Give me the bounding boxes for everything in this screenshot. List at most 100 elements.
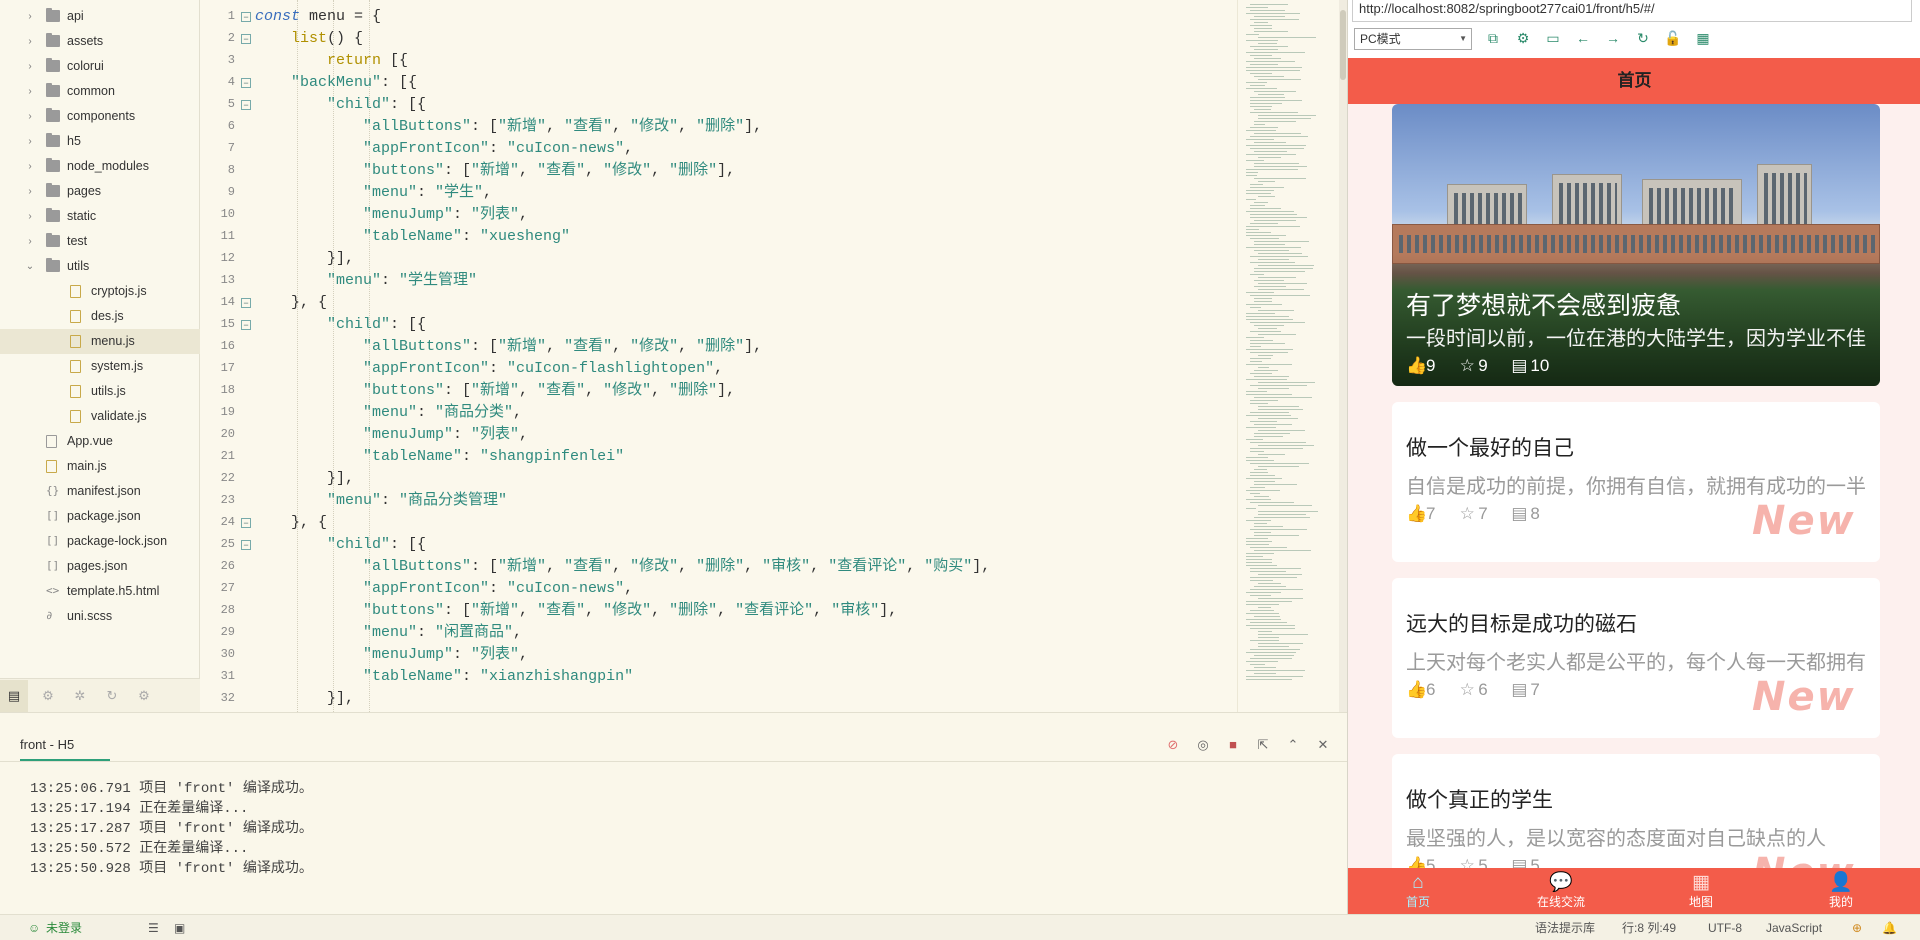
code-line[interactable]: }],	[327, 248, 354, 270]
code-line[interactable]: "buttons": ["新增", "查看", "修改", "删除"],	[363, 380, 735, 402]
tree-item[interactable]: menu.js	[0, 329, 200, 354]
code-line[interactable]: "allButtons": ["新增", "查看", "修改", "删除"],	[363, 116, 762, 138]
tree-item[interactable]: › node_modules	[0, 154, 200, 179]
code-line[interactable]: "menu": "学生管理"	[327, 270, 477, 292]
fold-toggle-icon[interactable]: −	[241, 78, 251, 88]
tree-item[interactable]: [] pages.json	[0, 554, 200, 579]
open-window-icon[interactable]: ⧉	[1484, 29, 1502, 47]
code-line[interactable]: }],	[327, 688, 354, 710]
code-line[interactable]: return [{	[327, 50, 408, 72]
tab-mine[interactable]: 👤 我的	[1801, 868, 1881, 914]
encoding[interactable]: UTF-8	[1708, 915, 1742, 940]
tree-item[interactable]: › pages	[0, 179, 200, 204]
debug-icon[interactable]: ✲	[72, 688, 88, 704]
terminal-icon[interactable]: ▣	[174, 915, 185, 940]
code-line[interactable]: }],	[327, 468, 354, 490]
tree-item[interactable]: main.js	[0, 454, 200, 479]
code-line[interactable]: "menuJump": "列表",	[363, 204, 528, 226]
code-line[interactable]: "menu": "商品分类",	[363, 402, 522, 424]
code-line[interactable]: }, {	[291, 292, 327, 314]
syntax-hint[interactable]: 语法提示库	[1535, 915, 1595, 940]
tree-item[interactable]: utils.js	[0, 379, 200, 404]
tree-item[interactable]: › common	[0, 79, 200, 104]
plugin-icon[interactable]: ⚙	[40, 688, 56, 704]
forward-arrow-icon[interactable]: →	[1604, 29, 1622, 47]
tree-item[interactable]: cryptojs.js	[0, 279, 200, 304]
news-card[interactable]: 做一个最好的自己 自信是成功的前提，你拥有自信，就拥有成功的一半 👍7 ☆ 7 ▤…	[1392, 402, 1880, 562]
code-line[interactable]: "menu": "闲置商品",	[363, 622, 522, 644]
cursor-position[interactable]: 行:8 列:49	[1622, 915, 1676, 940]
code-line[interactable]: "tableName": "xianzhishangpin"	[363, 666, 633, 688]
hero-news-card[interactable]: 有了梦想就不会感到疲惫 一段时间以前，一位在港的大陆学生，因为学业不佳 👍9 ☆…	[1392, 104, 1880, 386]
project-manager-icon[interactable]: ▤	[0, 680, 28, 712]
code-line[interactable]: "menu": "商品分类管理"	[327, 490, 507, 512]
notification-bell-icon[interactable]: 🔔	[1882, 915, 1897, 940]
tab-home[interactable]: ⌂ 首页	[1378, 868, 1458, 914]
tree-item[interactable]: › test	[0, 229, 200, 254]
code-line[interactable]: "child": [{	[327, 314, 426, 336]
minimap[interactable]	[1237, 0, 1347, 712]
devtools-icon[interactable]: ▭	[1544, 29, 1562, 47]
chevron-right-icon[interactable]: ›	[24, 154, 36, 179]
code-line[interactable]: const menu = {	[255, 6, 381, 28]
code-line[interactable]: "appFrontIcon": "cuIcon-news",	[363, 578, 633, 600]
chevron-down-icon[interactable]: ⌄	[24, 254, 36, 279]
editor-scrollbar[interactable]	[1339, 0, 1347, 712]
code-line[interactable]: "child": [{	[327, 94, 426, 116]
code-line[interactable]: "allButtons": ["新增", "查看", "修改", "删除", "…	[363, 556, 990, 578]
fold-toggle-icon[interactable]: −	[241, 298, 251, 308]
chevron-right-icon[interactable]: ›	[24, 79, 36, 104]
chevron-right-icon[interactable]: ›	[24, 29, 36, 54]
tree-item[interactable]: › static	[0, 204, 200, 229]
chevron-right-icon[interactable]: ›	[24, 229, 36, 254]
fold-toggle-icon[interactable]: −	[241, 320, 251, 330]
back-arrow-icon[interactable]: ←	[1574, 29, 1592, 47]
tree-item[interactable]: {} manifest.json	[0, 479, 200, 504]
list-icon[interactable]: ☰	[148, 915, 159, 940]
code-line[interactable]: "menuJump": "列表",	[363, 644, 528, 666]
login-status[interactable]: 未登录	[46, 915, 82, 940]
fold-toggle-icon[interactable]: −	[241, 518, 251, 528]
tree-item[interactable]: › assets	[0, 29, 200, 54]
code-line[interactable]: "tableName": "xuesheng"	[363, 226, 570, 248]
close-panel-icon[interactable]: ✕	[1315, 737, 1331, 753]
editor-scrollbar-thumb[interactable]	[1340, 10, 1346, 80]
tree-item[interactable]: validate.js	[0, 404, 200, 429]
code-area[interactable]: const menu = {list() {return [{"backMenu…	[255, 0, 1235, 712]
tab-chat[interactable]: 💬 在线交流	[1521, 868, 1601, 914]
tree-item[interactable]: [] package-lock.json	[0, 529, 200, 554]
fold-toggle-icon[interactable]: −	[241, 12, 251, 22]
tree-item[interactable]: ⌄ utils	[0, 254, 200, 279]
fold-toggle-icon[interactable]: −	[241, 540, 251, 550]
tree-item[interactable]: <> template.h5.html	[0, 579, 200, 604]
code-line[interactable]: "appFrontIcon": "cuIcon-flashlightopen",	[363, 358, 723, 380]
settings-icon[interactable]: ⚙	[136, 688, 152, 704]
console-tab[interactable]: front - H5	[20, 737, 74, 752]
tree-item[interactable]: › components	[0, 104, 200, 129]
settings-icon[interactable]: ⚙	[1514, 29, 1532, 47]
lock-icon[interactable]: 🔓	[1664, 29, 1682, 47]
fold-toggle-icon[interactable]: −	[241, 34, 251, 44]
code-line[interactable]: "buttons": ["新增", "查看", "修改", "删除"],	[363, 160, 735, 182]
code-line[interactable]: list() {	[291, 28, 363, 50]
tree-item[interactable]: ∂ uni.scss	[0, 604, 200, 629]
chevron-right-icon[interactable]: ›	[24, 54, 36, 79]
tree-item[interactable]: › colorui	[0, 54, 200, 79]
code-editor[interactable]: 1−2−3 4−5−6 7 8 9 10 11 12 13 14−15−16 17 18 19 20 21 2…	[201, 0, 1236, 712]
tree-item[interactable]: system.js	[0, 354, 200, 379]
chevron-right-icon[interactable]: ›	[24, 4, 36, 29]
fold-toggle-icon[interactable]: −	[241, 100, 251, 110]
chevron-right-icon[interactable]: ›	[24, 104, 36, 129]
tree-item[interactable]: › h5	[0, 129, 200, 154]
tree-item[interactable]: › api	[0, 4, 200, 29]
stop-debug-icon[interactable]: ⊘	[1165, 737, 1181, 753]
code-line[interactable]: }, {	[291, 512, 327, 534]
chevron-right-icon[interactable]: ›	[24, 204, 36, 229]
refresh-icon[interactable]: ↻	[104, 688, 120, 704]
maximize-icon[interactable]: ⌃	[1285, 737, 1301, 753]
url-input[interactable]: http://localhost:8082/springboot277cai01…	[1352, 0, 1912, 22]
open-external-icon[interactable]: ⇱	[1255, 737, 1271, 753]
code-line[interactable]: "backMenu": [{	[291, 72, 417, 94]
code-line[interactable]: "appFrontIcon": "cuIcon-news",	[363, 138, 633, 160]
run-icon[interactable]: ◎	[1195, 737, 1211, 753]
